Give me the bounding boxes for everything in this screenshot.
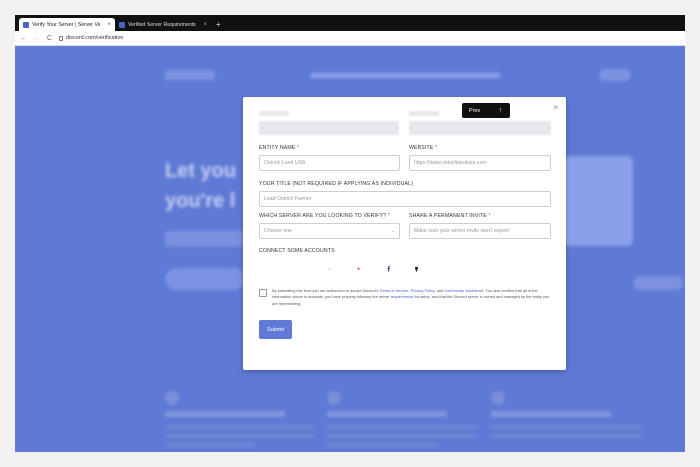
connect-accounts-label: CONNECT SOME ACCOUNTS — [259, 248, 335, 254]
github-button[interactable] — [404, 259, 428, 277]
chevron-down-icon: ⌄ — [390, 228, 395, 234]
tab-label: Verified Server Requirements — [128, 21, 196, 28]
feature-column — [327, 391, 487, 451]
hero-illustration — [563, 156, 633, 246]
prev-popover[interactable]: Prev ↑ — [462, 103, 510, 118]
arrow-up-icon: ↑ — [498, 107, 503, 114]
twitch-icon — [267, 263, 275, 273]
requirements-link[interactable]: requirements — [391, 294, 414, 299]
discord-favicon-icon — [23, 21, 29, 28]
server-select[interactable]: Choose one ⌄ — [259, 223, 400, 239]
login-button — [599, 69, 631, 81]
website-label: WEBSITE * — [409, 145, 438, 151]
faded-input — [409, 121, 551, 135]
website-input[interactable]: https://www.ostrichlandusa.com — [409, 155, 551, 171]
faded-label — [409, 111, 439, 116]
url-field[interactable]: discord.com/verification — [59, 35, 123, 41]
hero-subtext — [165, 231, 245, 247]
faded-input — [259, 121, 399, 135]
terms-text: By submitting this form you are authoriz… — [272, 288, 550, 306]
title-label: YOUR TITLE (NOT REQUIRED IF APPLYING AS … — [259, 181, 414, 187]
browser-window: Verify Your Server | Server Ve × Verifie… — [15, 15, 685, 452]
twitter-icon — [296, 265, 304, 271]
submit-button[interactable]: Submit — [259, 320, 292, 339]
invite-input[interactable]: Make sure your server invite won't expir… — [409, 223, 551, 239]
twitch-button[interactable] — [259, 259, 283, 277]
facebook-button[interactable] — [375, 259, 399, 277]
feature-column — [491, 391, 651, 451]
feature-column — [165, 391, 325, 451]
cloud-illustration — [633, 276, 683, 290]
entity-name-input[interactable]: Ostrich Land USA — [259, 155, 400, 171]
tab-verify-server[interactable]: Verify Your Server | Server Ve × — [19, 18, 115, 31]
tab-label: Verify Your Server | Server Ve — [32, 21, 101, 28]
close-tab-icon[interactable]: × — [203, 22, 207, 28]
github-icon — [412, 264, 420, 272]
back-button[interactable]: ← — [20, 35, 27, 42]
hero-button — [165, 268, 245, 290]
tab-requirements[interactable]: Verified Server Requirements × — [115, 18, 211, 31]
url-text: discord.com/verification — [66, 35, 124, 41]
forward-button[interactable]: → — [33, 35, 40, 42]
prev-label: Prev — [469, 107, 481, 114]
reddit-button[interactable] — [317, 259, 341, 277]
terms-of-service-link[interactable]: Terms of Service — [380, 288, 409, 293]
close-tab-icon[interactable]: × — [107, 22, 111, 28]
close-icon[interactable]: × — [553, 103, 558, 112]
youtube-icon — [354, 265, 362, 271]
reload-button[interactable]: C — [46, 35, 53, 42]
reddit-icon — [325, 264, 333, 272]
community-guidelines-link[interactable]: Community Guidelines — [444, 288, 483, 293]
verification-modal: × ENTITY NAME * Ostrich Land USA WEBSITE… — [243, 97, 566, 370]
entity-name-label: ENTITY NAME * — [259, 145, 300, 151]
hero-headline: Let you you're l — [165, 160, 237, 212]
title-input[interactable]: Lead Ostrich Farmer — [259, 191, 551, 207]
site-logo — [165, 70, 215, 80]
facebook-icon — [383, 264, 391, 272]
lock-icon — [59, 35, 63, 41]
twitter-button[interactable] — [288, 259, 312, 277]
server-label: WHICH SERVER ARE YOU LOOKING TO VERIFY? … — [259, 213, 390, 219]
terms-checkbox[interactable] — [259, 289, 267, 297]
page-favicon-icon — [119, 21, 125, 28]
tab-bar: Verify Your Server | Server Ve × Verifie… — [15, 15, 685, 31]
invite-label: SHARE A PERMANENT INVITE * — [409, 213, 491, 219]
new-tab-button[interactable]: + — [211, 18, 226, 31]
privacy-policy-link[interactable]: Privacy Policy — [411, 288, 435, 293]
faded-label — [259, 111, 289, 116]
address-bar: ← → C discord.com/verification — [15, 31, 685, 46]
server-select-value: Choose one — [264, 228, 292, 234]
youtube-button[interactable] — [346, 259, 370, 277]
site-nav — [310, 73, 500, 78]
